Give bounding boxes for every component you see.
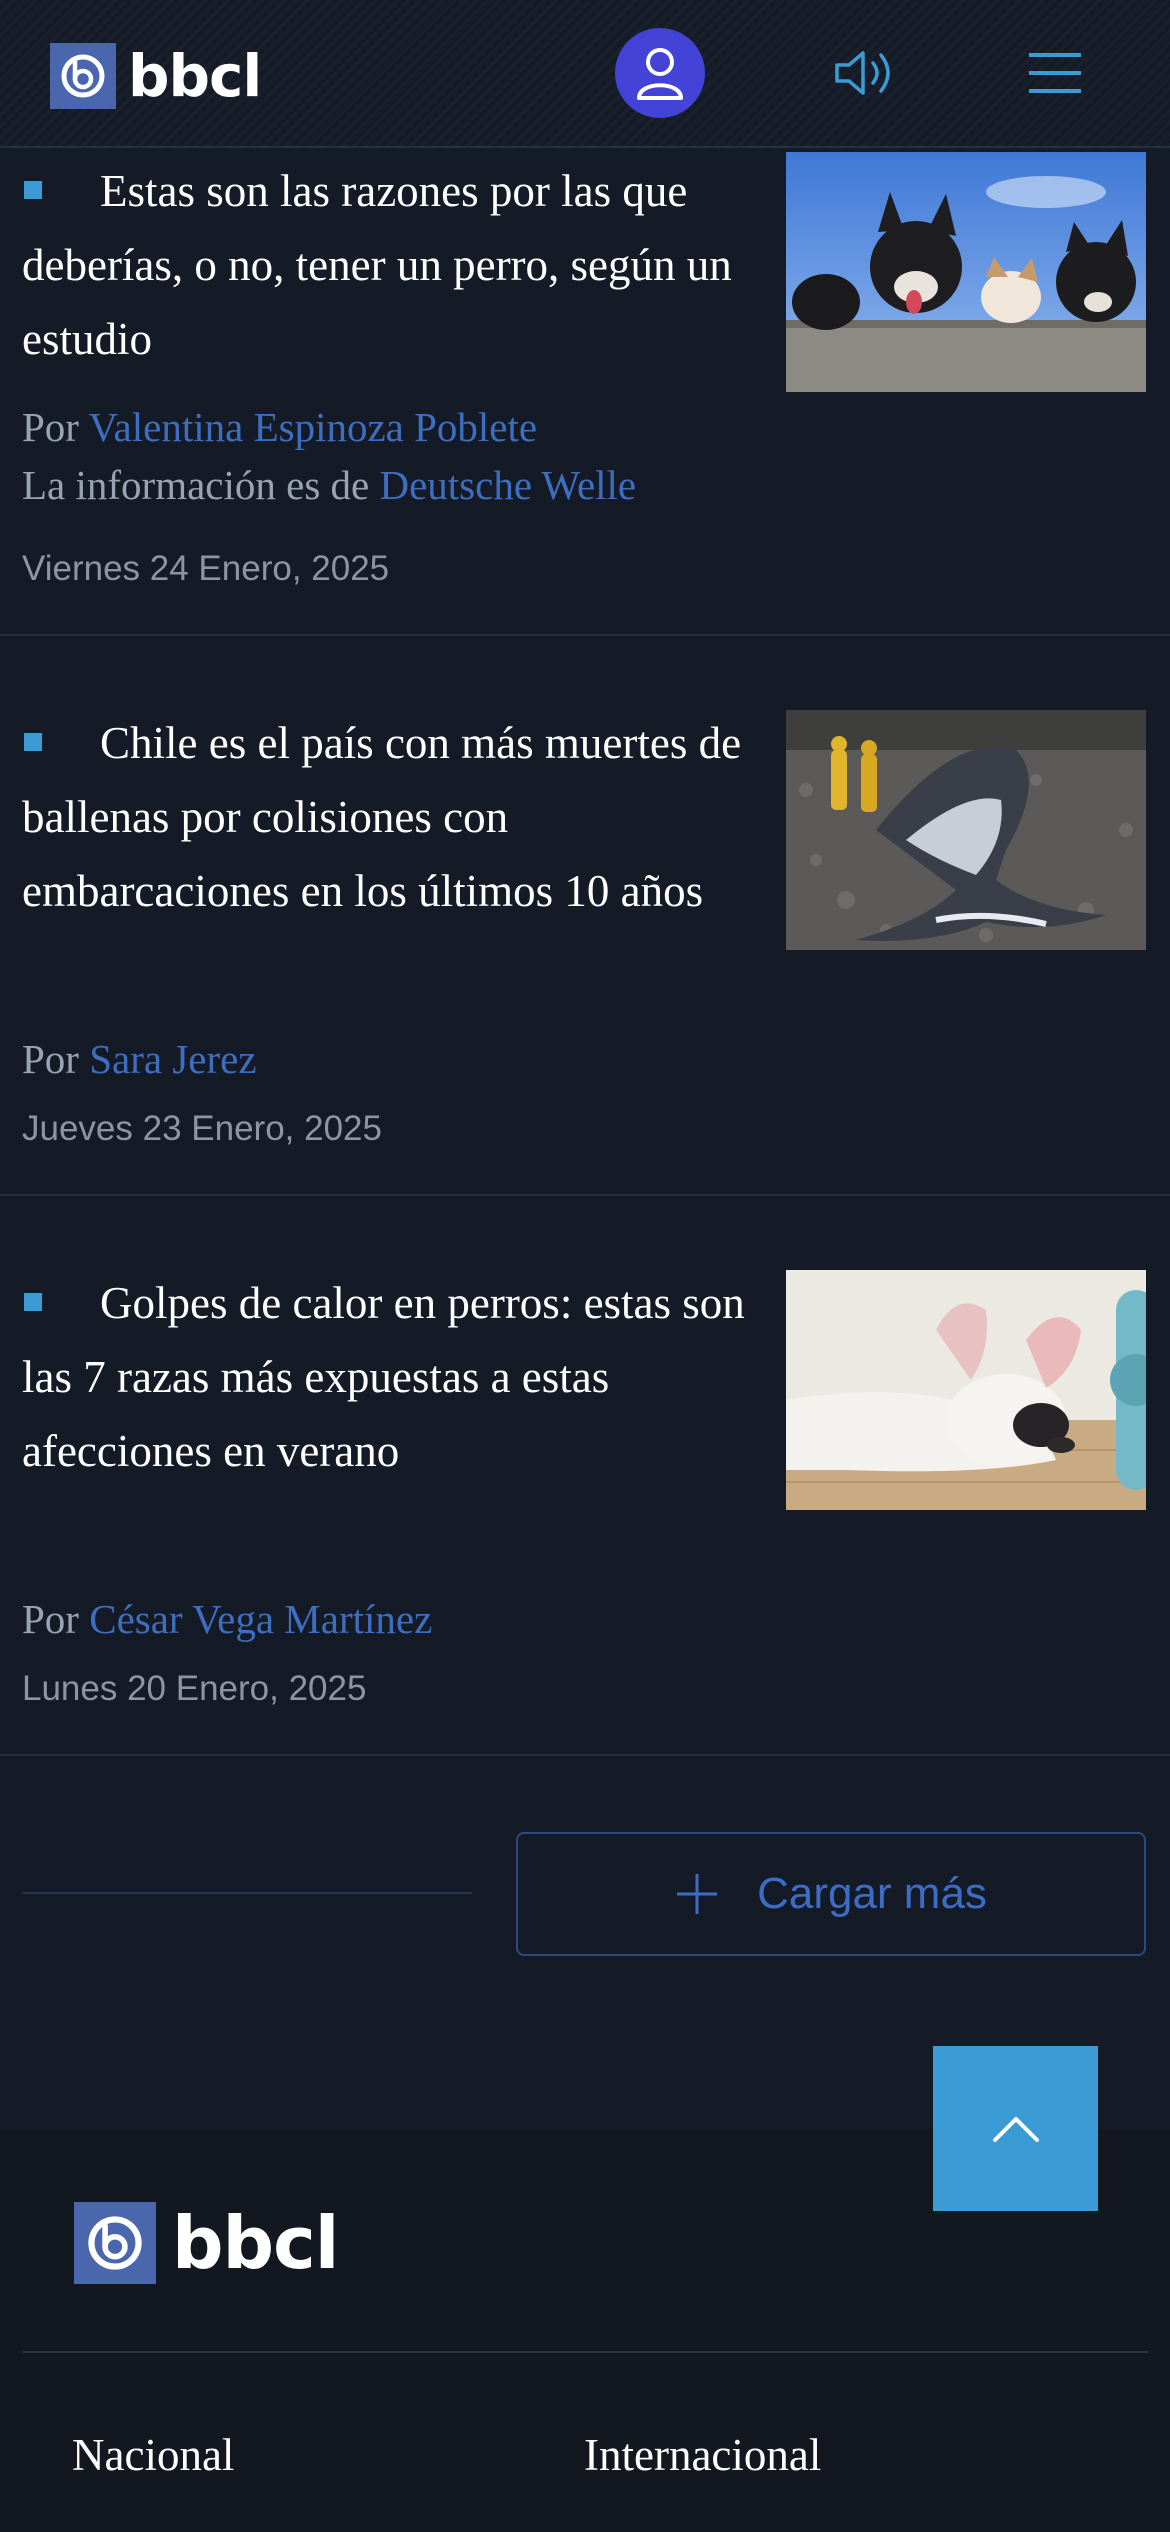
- article-title-text[interactable]: Golpes de calor en perros: estas son las…: [22, 1278, 745, 1476]
- byline-prefix: Por: [22, 1036, 79, 1082]
- user-account-button[interactable]: [615, 28, 705, 118]
- article-title[interactable]: Golpes de calor en perros: estas son las…: [22, 1266, 752, 1488]
- article-byline: Por Valentina Espinoza Poblete: [22, 398, 537, 456]
- footer-link-nacional[interactable]: Nacional: [72, 2429, 234, 2481]
- hamburger-menu-icon: [1029, 53, 1081, 93]
- load-more-label: Cargar más: [757, 1869, 987, 1918]
- bullet-icon: [24, 1292, 42, 1311]
- plus-icon: [675, 1872, 719, 1916]
- byline-prefix: Por: [22, 1596, 79, 1642]
- author-link[interactable]: César Vega Martínez: [89, 1596, 432, 1642]
- site-logo[interactable]: bbcl: [50, 42, 262, 110]
- source-link[interactable]: Deutsche Welle: [379, 462, 636, 508]
- bullet-icon: [24, 180, 42, 199]
- scroll-to-top-button[interactable]: [933, 2046, 1098, 2211]
- chevron-up-icon: [992, 2116, 1039, 2142]
- article-thumbnail-dogs[interactable]: [786, 152, 1146, 392]
- source-prefix: La información es de: [22, 462, 370, 508]
- user-icon: [637, 48, 683, 100]
- article-source: La información es de Deutsche Welle: [22, 456, 636, 514]
- article-date: Jueves 23 Enero, 2025: [22, 1109, 382, 1148]
- audio-button[interactable]: [828, 42, 904, 104]
- load-more-button[interactable]: Cargar más: [516, 1832, 1146, 1956]
- author-link[interactable]: Valentina Espinoza Poblete: [88, 404, 537, 450]
- article-title-text[interactable]: Chile es el país con más muertes de ball…: [22, 718, 741, 916]
- article-title-text[interactable]: Estas son las razones por las que deberí…: [22, 166, 732, 364]
- footer-logo-text: bbcl: [172, 2201, 339, 2285]
- article-title[interactable]: Estas son las razones por las que deberí…: [22, 154, 752, 376]
- article-thumbnail-bulldog[interactable]: [786, 1270, 1146, 1510]
- article-item[interactable]: Chile es el país con más muertes de ball…: [0, 636, 1170, 1196]
- article-byline: Por Sara Jerez: [22, 1030, 257, 1088]
- biobio-logo-icon: [74, 2202, 156, 2284]
- byline-prefix: Por: [22, 404, 79, 450]
- footer-logo[interactable]: bbcl: [74, 2201, 339, 2285]
- bullet-icon: [24, 732, 42, 751]
- speaker-icon: [835, 51, 890, 95]
- article-byline: Por César Vega Martínez: [22, 1590, 432, 1648]
- article-date: Viernes 24 Enero, 2025: [22, 549, 390, 588]
- article-item[interactable]: Golpes de calor en perros: estas son las…: [0, 1196, 1170, 1756]
- article-thumbnail-whale[interactable]: [786, 710, 1146, 950]
- author-link[interactable]: Sara Jerez: [89, 1036, 256, 1082]
- article-item[interactable]: Estas son las razones por las que deberí…: [0, 148, 1170, 636]
- footer-link-internacional[interactable]: Internacional: [584, 2429, 821, 2481]
- load-more-divider: [22, 1892, 472, 1894]
- menu-button[interactable]: [1024, 42, 1086, 104]
- logo-text: bbcl: [128, 42, 262, 110]
- biobio-logo-icon: [50, 43, 116, 109]
- article-date: Lunes 20 Enero, 2025: [22, 1669, 367, 1708]
- site-header: bbcl: [0, 0, 1170, 148]
- article-title[interactable]: Chile es el país con más muertes de ball…: [22, 706, 752, 928]
- footer-divider: [22, 2351, 1148, 2353]
